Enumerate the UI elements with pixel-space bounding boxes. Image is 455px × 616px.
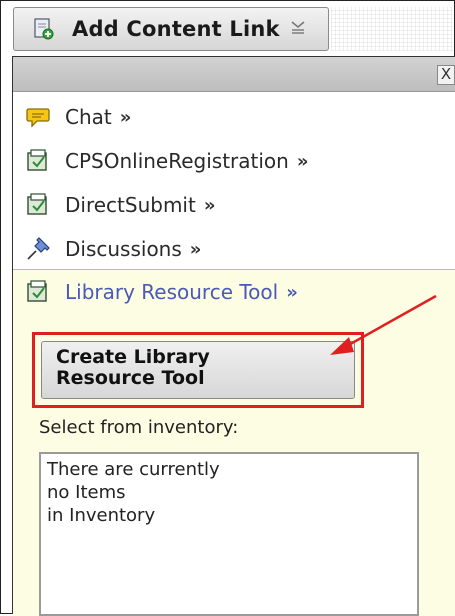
library-resource-tool-link: Library Resource Tool [65, 280, 279, 304]
chevron-down-icon [290, 18, 306, 41]
close-icon: X [440, 65, 452, 83]
add-page-icon [32, 17, 56, 41]
add-content-link-label: Add Content Link [72, 17, 280, 41]
inventory-listbox[interactable]: There are currently no Items in Inventor… [39, 452, 419, 616]
tool-icon [25, 279, 51, 305]
create-library-resource-tool-button[interactable]: Create Library Resource Tool [41, 341, 355, 399]
add-content-link-button[interactable]: Add Content Link [13, 7, 329, 51]
inventory-label: Select from inventory: [39, 417, 239, 438]
menu-item-chat[interactable]: Chat » [13, 95, 455, 139]
chat-bubble-icon [25, 104, 51, 130]
menu-item-label: CPSOnlineRegistration [65, 149, 289, 173]
inventory-line: no Items [47, 482, 126, 503]
menu-item-label: Chat [65, 105, 112, 129]
pin-icon [25, 236, 51, 262]
library-resource-section: Library Resource Tool » Create Library R… [13, 269, 455, 616]
double-arrow-icon: » [189, 238, 202, 260]
tool-icon [25, 148, 51, 174]
menu-item-directsubmit[interactable]: DirectSubmit » [13, 183, 455, 227]
double-arrow-icon: » [119, 106, 132, 128]
create-button-line1: Create Library [56, 346, 210, 368]
close-button[interactable]: X [437, 65, 455, 85]
highlight-box: Create Library Resource Tool [32, 332, 364, 408]
double-arrow-icon: » [203, 194, 216, 216]
panel-header: X [13, 57, 455, 92]
double-arrow-icon: » [286, 281, 298, 303]
menu-item-cpsonlineregistration[interactable]: CPSOnlineRegistration » [13, 139, 455, 183]
toolbar-pattern [331, 7, 453, 51]
double-arrow-icon: » [296, 150, 309, 172]
top-toolbar: Add Content Link [1, 1, 453, 56]
inventory-line: in Inventory [47, 505, 156, 526]
menu-item-library-resource-tool[interactable]: Library Resource Tool » [13, 270, 455, 314]
tool-icon [25, 192, 51, 218]
menu-item-label: DirectSubmit [65, 193, 196, 217]
content-link-panel: X Chat » CPSOnlineRegistration » DirectS… [12, 56, 455, 616]
create-button-line2: Resource Tool [56, 367, 205, 389]
inventory-line: There are currently [47, 459, 220, 480]
menu-item-label: Discussions [65, 237, 182, 261]
menu-item-discussions[interactable]: Discussions » [13, 227, 455, 271]
